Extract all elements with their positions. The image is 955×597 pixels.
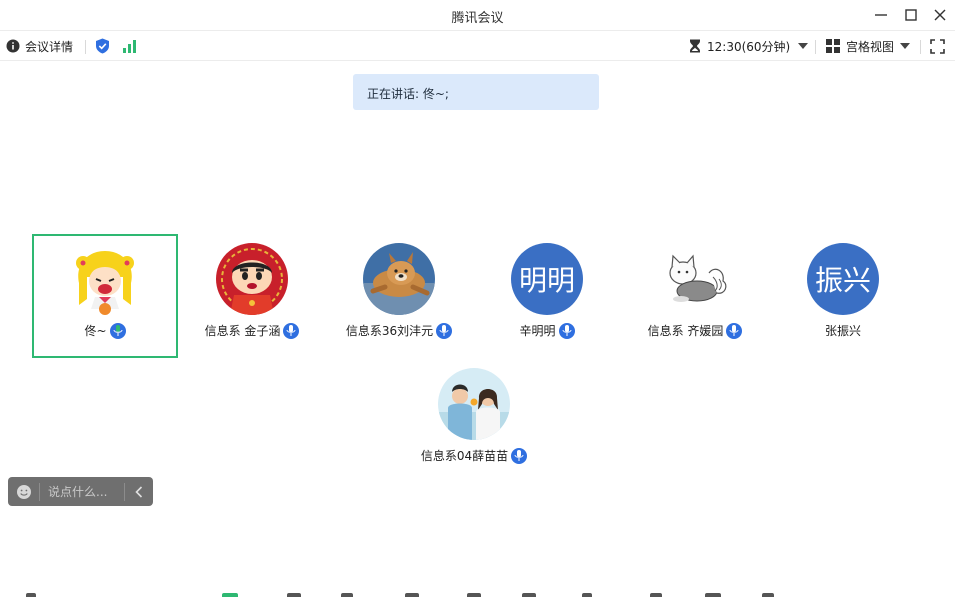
- participant-tile[interactable]: 明明 辛明明: [474, 234, 620, 358]
- microphone-icon[interactable]: [511, 447, 528, 464]
- toolbar-divider: [920, 40, 921, 54]
- emoji-icon[interactable]: [16, 484, 32, 500]
- microphone-active-icon[interactable]: [109, 322, 126, 339]
- chat-input-bar[interactable]: 说点什么...: [8, 477, 153, 506]
- minimize-icon: [875, 14, 887, 16]
- bottom-control-bar: [0, 585, 955, 597]
- participant-tile[interactable]: 振兴 张振兴: [770, 234, 916, 358]
- meeting-toolbar: 会议详情 12:30(60分钟) 宫格视图: [0, 31, 955, 61]
- cat-drawing-image: [659, 243, 731, 315]
- info-icon: [6, 39, 20, 53]
- chevron-down-icon: [798, 43, 809, 49]
- view-mode-button[interactable]: 宫格视图: [826, 36, 911, 56]
- participant-avatar-initials: 明明: [511, 243, 583, 315]
- microphone-icon[interactable]: [436, 322, 453, 339]
- shield-icon: [96, 38, 109, 54]
- participant-name-row: 辛明明: [474, 322, 620, 339]
- maximize-button[interactable]: [900, 5, 922, 25]
- participant-avatar: [438, 368, 510, 440]
- control-icon[interactable]: [405, 593, 419, 597]
- participant-tile[interactable]: 佟~: [32, 234, 178, 358]
- microphone-icon[interactable]: [726, 322, 743, 339]
- hourglass-icon: [690, 39, 700, 53]
- chat-divider: [124, 482, 125, 501]
- chat-divider: [39, 482, 40, 501]
- cartoon-avatar-image: [69, 243, 141, 315]
- meeting-info-button[interactable]: 会议详情: [6, 36, 73, 56]
- participant-name: 信息系 金子涵: [204, 324, 281, 338]
- grid-view-icon: [826, 39, 840, 53]
- participant-name: 张振兴: [824, 324, 861, 338]
- dog-photo-image: [363, 243, 435, 315]
- participant-name: 佟~: [84, 324, 107, 338]
- control-icon[interactable]: [522, 593, 536, 597]
- fullscreen-button[interactable]: [930, 36, 945, 56]
- signal-icon: [123, 39, 136, 53]
- fullscreen-icon: [930, 38, 945, 54]
- control-icon[interactable]: [287, 593, 301, 597]
- toolbar-divider: [815, 40, 816, 54]
- toolbar-divider: [85, 40, 86, 54]
- meeting-timer[interactable]: 12:30(60分钟): [689, 36, 809, 56]
- couple-photo-image: [438, 368, 510, 440]
- security-button[interactable]: [95, 36, 110, 56]
- participant-name-row: 信息系04薛苗苗: [401, 447, 547, 464]
- participant-avatar: [363, 243, 435, 315]
- microphone-icon[interactable]: [558, 322, 575, 339]
- control-icon[interactable]: [341, 593, 353, 597]
- chat-collapse-button[interactable]: [133, 485, 145, 498]
- participant-tile[interactable]: 信息系 金子涵: [179, 234, 325, 358]
- participant-avatar: [659, 243, 731, 315]
- participant-name-row: 佟~: [34, 322, 176, 339]
- timer-label: 12:30(60分钟): [707, 39, 791, 54]
- close-button[interactable]: [929, 5, 951, 25]
- participant-name-row: 信息系36刘沣元: [326, 322, 472, 339]
- cartoon-avatar-image: [216, 243, 288, 315]
- control-icon[interactable]: [582, 593, 592, 597]
- participant-avatar: [69, 243, 141, 315]
- maximize-icon: [905, 9, 917, 21]
- window-title: 腾讯会议: [451, 11, 504, 26]
- chevron-left-icon: [135, 485, 143, 498]
- control-icon[interactable]: [650, 593, 662, 597]
- participant-tile[interactable]: 信息系36刘沣元: [326, 234, 472, 358]
- microphone-icon[interactable]: [283, 322, 300, 339]
- control-icon[interactable]: [762, 593, 774, 597]
- chevron-down-icon: [900, 43, 911, 49]
- control-icon[interactable]: [467, 593, 481, 597]
- participant-name: 信息系 齐媛园: [647, 324, 724, 338]
- chat-input[interactable]: 说点什么...: [48, 483, 124, 500]
- control-icon[interactable]: [26, 593, 36, 597]
- meeting-info-label: 会议详情: [25, 39, 74, 54]
- participant-name: 信息系36刘沣元: [345, 324, 434, 338]
- control-icon[interactable]: [705, 593, 721, 597]
- participant-avatar-initials: 振兴: [807, 243, 879, 315]
- participant-avatar: [216, 243, 288, 315]
- title-bar: 腾讯会议: [0, 0, 955, 31]
- network-signal-button[interactable]: [122, 36, 137, 56]
- participant-name: 信息系04薛苗苗: [420, 449, 509, 463]
- participant-name-row: 张振兴: [770, 322, 916, 339]
- participant-tile[interactable]: 信息系 齐媛园: [622, 234, 768, 358]
- control-icon[interactable]: [222, 593, 238, 597]
- participant-name: 辛明明: [519, 324, 556, 338]
- active-speaker-banner: 正在讲话: 佟~;: [353, 74, 599, 110]
- participant-name-row: 信息系 齐媛园: [622, 322, 768, 339]
- minimize-button[interactable]: [870, 5, 892, 25]
- view-mode-label: 宫格视图: [846, 39, 895, 54]
- close-icon: [934, 9, 946, 21]
- meeting-window: 腾讯会议 会议详情 12:30(60分钟) 宫格视图 正在讲话: 佟~; 佟~ …: [0, 0, 955, 597]
- participant-tile[interactable]: 信息系04薛苗苗: [401, 359, 547, 483]
- participant-name-row: 信息系 金子涵: [179, 322, 325, 339]
